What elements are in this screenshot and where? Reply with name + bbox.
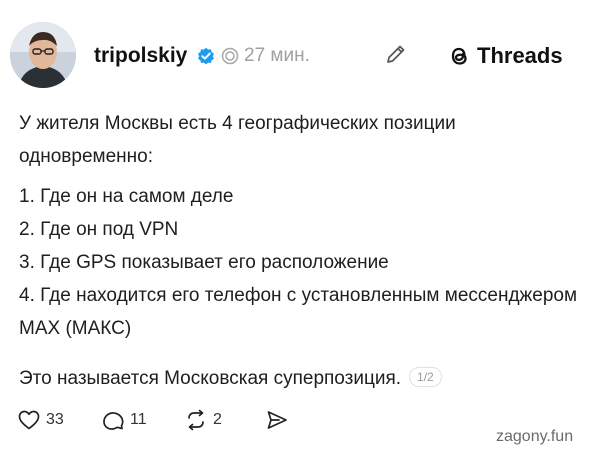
globe-icon bbox=[221, 47, 239, 65]
verified-badge-icon bbox=[197, 47, 215, 65]
share-icon bbox=[267, 411, 287, 429]
list-item: 3. Где GPS показывает его расположение bbox=[19, 252, 389, 273]
list-item: 4. Где находится его телефон с установле… bbox=[19, 285, 578, 339]
post-intro: У жителя Москвы есть 4 географических по… bbox=[19, 113, 456, 167]
repost-count: 2 bbox=[213, 411, 222, 428]
reply-icon bbox=[103, 412, 124, 430]
heart-icon bbox=[18, 410, 40, 430]
post-time: 27 мин. bbox=[244, 45, 310, 66]
site-watermark: zagony.fun bbox=[496, 428, 574, 445]
post-outro: Это называется Московская суперпозиция. 1… bbox=[19, 362, 589, 395]
like-count: 33 bbox=[46, 411, 64, 428]
like-button[interactable]: 33 bbox=[17, 405, 64, 435]
threads-brand-label: Threads bbox=[477, 43, 563, 68]
username[interactable]: tripolskiy bbox=[94, 44, 187, 68]
post-actions: 33 11 2 bbox=[17, 405, 317, 435]
page-badge[interactable]: 1/2 bbox=[409, 367, 442, 387]
avatar[interactable] bbox=[10, 22, 76, 88]
share-button[interactable] bbox=[265, 405, 289, 435]
reply-count: 11 bbox=[130, 411, 147, 428]
reply-button[interactable]: 11 bbox=[101, 405, 147, 435]
threads-logo-icon bbox=[451, 47, 467, 65]
list-item: 1. Где он на самом деле bbox=[19, 186, 234, 207]
edit-icon[interactable] bbox=[384, 42, 408, 66]
repost-button[interactable]: 2 bbox=[184, 405, 222, 435]
post-list: 1. Где он на самом деле 2. Где он под VP… bbox=[19, 180, 589, 345]
threads-logo[interactable]: Threads bbox=[447, 42, 563, 70]
post-outro-text: Это называется Московская суперпозиция. bbox=[19, 368, 402, 389]
post-header: tripolskiy 27 мин. Threads bbox=[10, 22, 590, 90]
repost-icon bbox=[188, 409, 204, 431]
list-item: 2. Где он под VPN bbox=[19, 219, 179, 240]
avatar-image bbox=[10, 22, 76, 88]
